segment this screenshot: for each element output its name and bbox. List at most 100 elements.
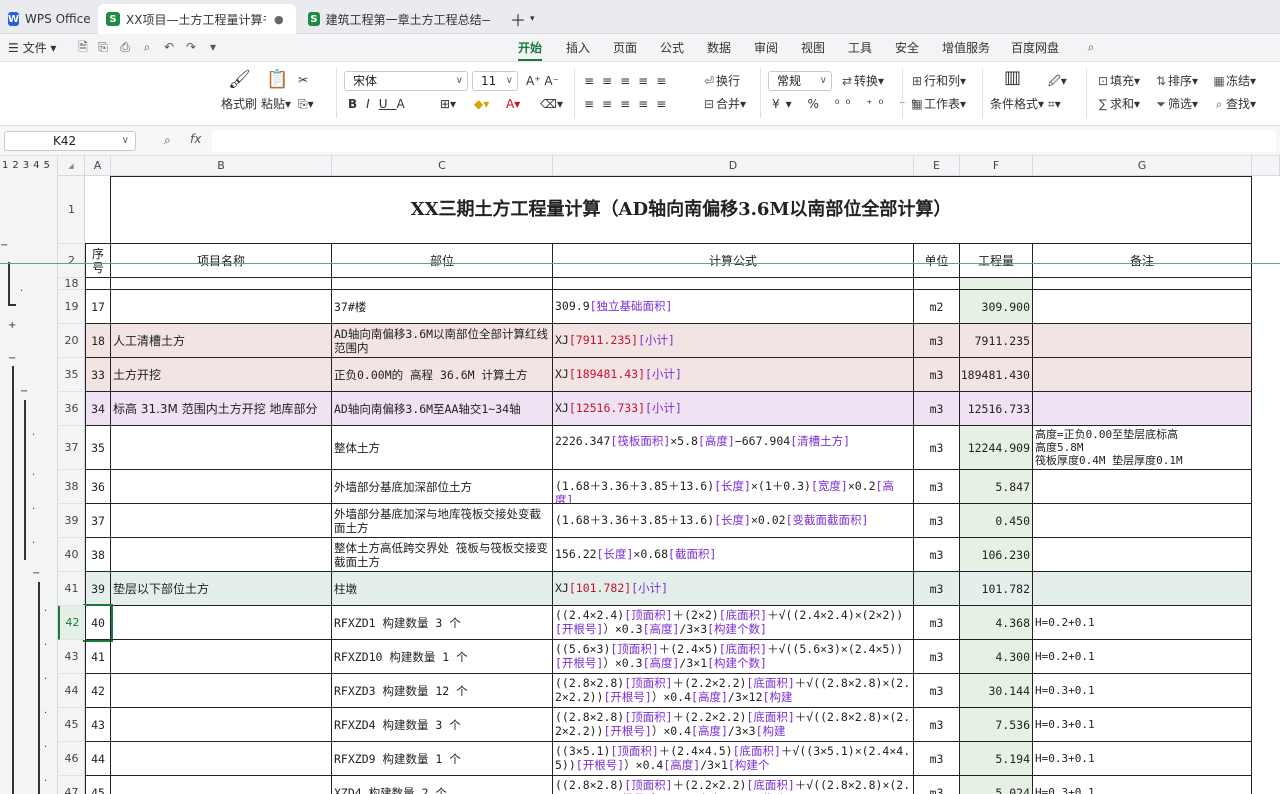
tab-calc-book[interactable]: S XX项目—土方工程量计算书— ●	[98, 4, 296, 34]
fill-color-icon[interactable]: ◆▾	[474, 96, 489, 112]
row-number[interactable]: 41	[58, 572, 85, 606]
fill-button[interactable]: ⊡ 填充▾	[1096, 73, 1140, 89]
increase-font-icon[interactable]: A⁺ A⁻	[526, 73, 559, 89]
column-header-F[interactable]: F	[960, 156, 1033, 176]
menu-item-value-added[interactable]: 增值服务	[942, 39, 990, 56]
align-horizontal-icons[interactable]: ≡≡≡≡≡	[584, 96, 674, 112]
outline-dot[interactable]: ·	[20, 286, 23, 297]
item-name-cell[interactable]: 标高 31.3M 范围内土方开挖 地库部分	[111, 392, 332, 426]
location-cell[interactable]: RFXZD4 构建数量 3 个	[332, 708, 553, 742]
tab-wps-home[interactable]: W WPS Office	[0, 4, 92, 34]
item-name-cell[interactable]	[111, 278, 332, 290]
name-box[interactable]: K42 ∨	[4, 131, 136, 151]
item-name-cell[interactable]	[111, 708, 332, 742]
note-cell[interactable]	[1033, 278, 1252, 290]
seq-cell[interactable]: 36	[85, 470, 111, 504]
menu-item-view[interactable]: 视图	[801, 39, 825, 56]
note-cell[interactable]: H=0.2+0.1	[1033, 640, 1252, 674]
close-icon[interactable]: ●	[274, 13, 284, 26]
menu-item-tools[interactable]: 工具	[848, 39, 872, 56]
item-name-cell[interactable]	[111, 742, 332, 776]
quantity-cell[interactable]: 4.300	[960, 640, 1033, 674]
location-cell[interactable]: 柱墩	[332, 572, 553, 606]
menu-item-baidu-disk[interactable]: 百度网盘	[1011, 39, 1059, 56]
unit-cell[interactable]: m3	[914, 358, 960, 392]
location-cell[interactable]: 正负0.00M的 高程 36.6M 计算土方	[332, 358, 553, 392]
seq-cell[interactable]: 35	[85, 426, 111, 470]
new-tab-button[interactable]: ＋ ▾	[502, 4, 542, 34]
item-name-cell[interactable]	[111, 606, 332, 640]
row-number[interactable]: 43	[58, 640, 85, 674]
row-number[interactable]: 20	[58, 324, 85, 358]
menu-item-security[interactable]: 安全	[895, 39, 919, 56]
row-number[interactable]: 40	[58, 538, 85, 572]
item-name-cell[interactable]	[111, 504, 332, 538]
item-name-cell[interactable]	[111, 640, 332, 674]
column-header-D[interactable]: D	[553, 156, 914, 176]
note-cell[interactable]: H=0.3+0.1	[1033, 708, 1252, 742]
row-number[interactable]: 45	[58, 708, 85, 742]
item-name-cell[interactable]	[111, 426, 332, 470]
quantity-cell[interactable]: 101.782	[960, 572, 1033, 606]
unit-cell[interactable]: m3	[914, 708, 960, 742]
unit-cell[interactable]: m3	[914, 742, 960, 776]
row-number[interactable]: 1	[58, 176, 85, 244]
seq-cell[interactable]: 42	[85, 674, 111, 708]
share-icon[interactable]: ⎘	[96, 40, 110, 54]
unit-cell[interactable]	[914, 278, 960, 290]
seq-cell[interactable]: 37	[85, 504, 111, 538]
note-cell[interactable]	[1033, 290, 1252, 324]
formula-cell[interactable]: XJ[189481.43][小计]	[553, 358, 914, 392]
outline-dot[interactable]: ·	[32, 538, 35, 549]
tab-summary[interactable]: S 建筑工程第一章土方工程总结—2022	[300, 4, 498, 34]
menu-item-page[interactable]: 页面	[613, 39, 637, 56]
collapse-icon[interactable]: −	[0, 240, 8, 251]
formula-cell[interactable]: ((2.8×2.8)[顶面积]＋(2.2×2.2)[底面积]＋√((2.8×2.…	[553, 708, 914, 742]
item-name-cell[interactable]	[111, 674, 332, 708]
file-menu[interactable]: ☰ 文件 ▾	[8, 39, 56, 56]
location-cell[interactable]: 外墙部分基底加深与地库筏板交接处变截面土方	[332, 504, 553, 538]
filter-button[interactable]: ⏷ 筛选▾	[1154, 96, 1198, 112]
quantity-cell[interactable]: 5.024	[960, 776, 1033, 794]
location-cell[interactable]: 整体土方	[332, 426, 553, 470]
row-number[interactable]: 2	[58, 244, 85, 278]
note-cell[interactable]	[1033, 504, 1252, 538]
wrap-text-button[interactable]: ⏎ 换行	[702, 73, 740, 89]
formula-cell[interactable]: XJ[12516.733][小计]	[553, 392, 914, 426]
select-all-corner[interactable]: ◢	[58, 156, 85, 176]
rows-cols-button[interactable]: ⊞ 行和列▾	[910, 73, 966, 89]
column-header-B[interactable]: B	[111, 156, 332, 176]
note-cell[interactable]: H=0.3+0.1	[1033, 776, 1252, 794]
row-number[interactable]: 35	[58, 358, 85, 392]
location-cell[interactable]	[332, 278, 553, 290]
undo-icon[interactable]: ↶	[162, 40, 176, 54]
formula-cell[interactable]: 309.9[独立基础面积]	[553, 290, 914, 324]
item-name-cell[interactable]	[111, 290, 332, 324]
seq-cell[interactable]: 33	[85, 358, 111, 392]
collapse-icon[interactable]: −	[20, 386, 28, 397]
unit-cell[interactable]: m3	[914, 776, 960, 794]
quantity-cell[interactable]: 7911.235	[960, 324, 1033, 358]
row-number[interactable]: 44	[58, 674, 85, 708]
copy-icon[interactable]: ⎘▾	[298, 96, 314, 112]
outline-dot[interactable]: ·	[44, 776, 47, 787]
column-header-E[interactable]: E	[914, 156, 960, 176]
font-style-buttons[interactable]: BIUA	[348, 96, 414, 112]
formula-cell[interactable]: (1.68＋3.36＋3.85＋13.6)[长度]×(1＋0.3)[宽度]×0.…	[553, 470, 914, 504]
row-number[interactable]: 37	[58, 426, 85, 470]
seq-cell[interactable]	[85, 278, 111, 290]
format-painter-button[interactable]: 格式刷	[221, 96, 257, 112]
convert-button[interactable]: ⇄ 转换▾	[840, 73, 884, 89]
note-cell[interactable]	[1033, 572, 1252, 606]
outline-dot[interactable]: ·	[32, 504, 35, 515]
row-number[interactable]: 42	[58, 606, 85, 640]
worksheet-button[interactable]: ▦工作表▾	[910, 96, 966, 112]
location-cell[interactable]: RFXZD9 构建数量 1 个	[332, 742, 553, 776]
font-family-select[interactable]: 宋体 ∨	[344, 71, 468, 91]
formula-cell[interactable]: 156.22[长度]×0.68[截面积]	[553, 538, 914, 572]
note-cell[interactable]: H=0.3+0.1	[1033, 674, 1252, 708]
outline-dot[interactable]: ·	[44, 606, 47, 617]
unit-cell[interactable]: m3	[914, 470, 960, 504]
note-cell[interactable]: 高度=正负0.00至垫层底标高 高度5.8M 筏板厚度0.4M 垫层厚度0.1M	[1033, 426, 1252, 470]
column-header-A[interactable]: A	[85, 156, 111, 176]
